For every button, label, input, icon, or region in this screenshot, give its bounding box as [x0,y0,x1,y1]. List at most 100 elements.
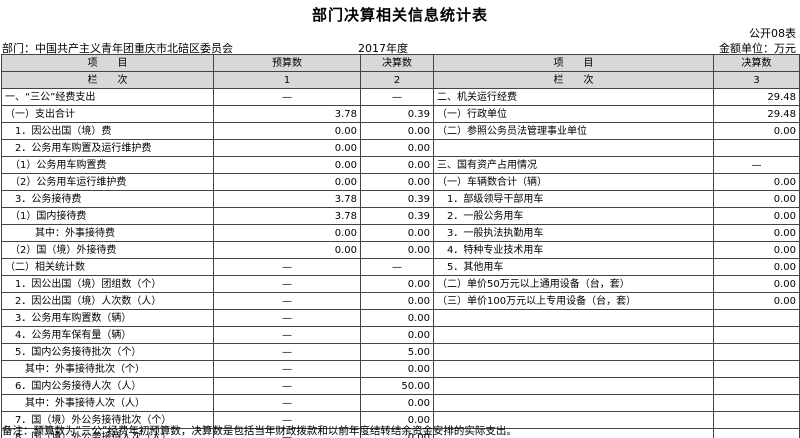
row-final-value: 0.00 [360,309,434,327]
row-label-right [433,139,714,157]
row-label-right: 二、机关运行经费 [433,88,714,106]
row-budget-value: — [213,292,361,310]
row-final-value-right: 0.00 [713,258,800,276]
table-body: 一、“三公”经费支出 — — 二、机关运行经费 29.48 （一）支出合计 3.78 0.39… [1,88,800,438]
row-label-left: （2）公务用车运行维护费 [1,173,214,191]
row-label-right: 4．特种专业技术用车 [433,241,714,259]
row-label-left: 2．因公出国（境）人次数（人） [1,292,214,310]
row-budget-value: — [213,360,361,378]
row-final-value-right [713,309,800,327]
row-label-left: 一、“三公”经费支出 [1,88,214,106]
row-label-left: 6．国内公务接待人次（人） [1,377,214,395]
row-label-left: 其中：外事接待人次（人） [1,394,214,412]
report-code: 公开08表 [749,27,796,40]
row-final-value-right [713,343,800,361]
row-final-value-right: 0.00 [713,190,800,208]
row-label-right: （一）车辆数合计（辆） [433,173,714,191]
table-row: （二）相关统计数 — — 5．其他用车 0.00 [1,258,800,276]
table-row: 其中：外事接待批次（个） —0.00 [1,360,800,378]
row-final-value-right: 0.00 [713,207,800,225]
row-label-right: 三、国有资产占用情况 [433,156,714,174]
row-final-value-right [713,326,800,344]
row-label-right: （二）单价50万元以上通用设备（台，套） [433,275,714,293]
table-row: 2．公务用车购置及运行维护费 0.00 0.00 [1,139,800,157]
row-label-right [433,309,714,327]
row-final-value-right: 29.48 [713,88,800,106]
page-title: 部门决算相关信息统计表 [311,6,488,24]
row-label-right: 2．一般公务用车 [433,207,714,225]
row-label-right [433,394,714,412]
table-row: 其中：外事接待费 0.00 0.00 3．一般执法执勤用车 0.00 [1,224,800,242]
row-final-value: 0.00 [360,326,434,344]
row-final-value-right: 0.00 [713,122,800,140]
row-budget-value: 0.00 [213,139,361,157]
table-row: 4．公务用车保有量（辆） —0.00 [1,326,800,344]
table-row: 5．国内公务接待批次（个） —5.00 [1,343,800,361]
row-final-value: 0.39 [360,105,434,123]
table-row: 1．因公出国（境）费 0.00 0.00 （二）参照公务员法管理事业单位 0.00 [1,122,800,140]
row-final-value: 0.00 [360,360,434,378]
row-label-right: （一）行政单位 [433,105,714,123]
row-final-value: 5.00 [360,343,434,361]
row-label-left: 1．因公出国（境）团组数（个） [1,275,214,293]
column-index-3: 3 [713,71,800,89]
column-index-row: 栏 次 1 2 栏 次 3 [1,71,800,89]
row-label-right: 1．部级领导干部用车 [433,190,714,208]
table-row: 3．公务接待费 3.78 0.39 1．部级领导干部用车 0.00 [1,190,800,208]
row-final-value-right: — [713,156,800,174]
row-final-value: 0.00 [360,394,434,412]
row-label-right: （三）单价100万元以上专用设备（台，套） [433,292,714,310]
table-row: （一）支出合计 3.78 0.39 （一）行政单位 29.48 [1,105,800,123]
row-budget-value: 3.78 [213,190,361,208]
row-final-value: 0.00 [360,156,434,174]
row-final-value: 0.00 [360,292,434,310]
row-final-value-right [713,411,800,429]
row-final-value-right [713,139,800,157]
row-label-left: 其中：外事接待费 [1,224,214,242]
column-label-right: 栏 次 [433,71,714,89]
row-label-left: 5．国内公务接待批次（个） [1,343,214,361]
row-final-value: 50.00 [360,377,434,395]
row-label-right [433,343,714,361]
row-label-left: 其中：外事接待批次（个） [1,360,214,378]
header-item-right: 项 目 [433,54,714,72]
header-final-right: 决算数 [713,54,800,72]
row-final-value: 0.00 [360,122,434,140]
column-index-2: 2 [360,71,434,89]
table-row: （2）国（境）外接待费 0.00 0.00 4．特种专业技术用车 0.00 [1,241,800,259]
row-budget-value: — [213,275,361,293]
row-label-right [433,326,714,344]
table-row: （1）公务用车购置费 0.00 0.00 三、国有资产占用情况 — [1,156,800,174]
row-budget-value: 0.00 [213,173,361,191]
row-label-right [433,377,714,395]
table-row: 6．国内公务接待人次（人） —50.00 [1,377,800,395]
row-final-value: 0.39 [360,207,434,225]
row-final-value: 0.00 [360,173,434,191]
header-budget: 预算数 [213,54,361,72]
row-final-value-right: 0.00 [713,241,800,259]
table-header-row: 项 目 预算数 决算数 项 目 决算数 [1,54,800,72]
row-final-value: 0.00 [360,241,434,259]
row-budget-value: — [213,258,361,276]
row-label-right [433,360,714,378]
row-label-left: （二）相关统计数 [1,258,214,276]
table-row: 2．因公出国（境）人次数（人） —0.00 （三）单价100万元以上专用设备（台，套… [1,292,800,310]
row-final-value-right [713,428,800,438]
row-label-right: 5．其他用车 [433,258,714,276]
row-budget-value: — [213,394,361,412]
row-budget-value: — [213,88,361,106]
row-budget-value: — [213,326,361,344]
header-final: 决算数 [360,54,434,72]
row-label-right: （二）参照公务员法管理事业单位 [433,122,714,140]
row-label-left: 2．公务用车购置及运行维护费 [1,139,214,157]
row-final-value-right [713,377,800,395]
row-final-value-right: 0.00 [713,292,800,310]
row-final-value-right: 0.00 [713,173,800,191]
row-budget-value: — [213,309,361,327]
row-budget-value: — [213,343,361,361]
row-final-value: 0.00 [360,139,434,157]
row-label-left: 4．公务用车保有量（辆） [1,326,214,344]
row-label-left: （1）国内接待费 [1,207,214,225]
table-row: （1）国内接待费 3.78 0.39 2．一般公务用车 0.00 [1,207,800,225]
table-row: 1．因公出国（境）团组数（个） —0.00 （二）单价50万元以上通用设备（台，套）… [1,275,800,293]
